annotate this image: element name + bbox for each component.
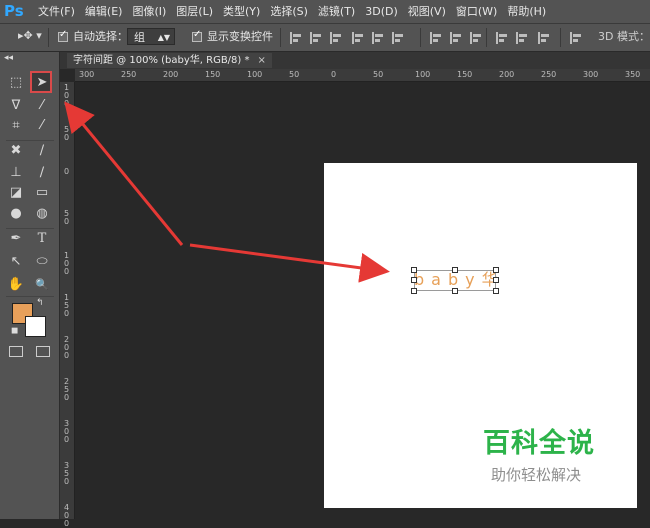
- annotation-arrows: [64, 101, 390, 283]
- arrow-to-text-layer: [189, 243, 390, 283]
- arrow-to-move-tool: [64, 101, 184, 246]
